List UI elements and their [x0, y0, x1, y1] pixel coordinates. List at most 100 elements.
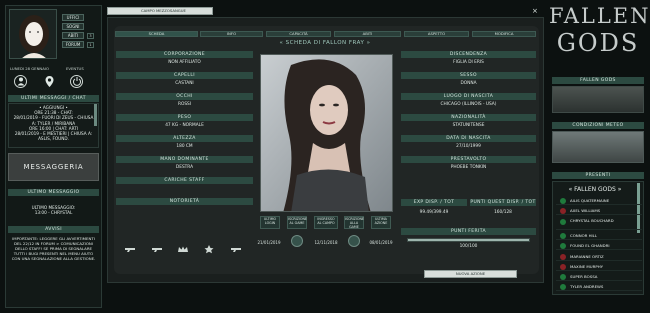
health-bar-fill: [408, 239, 529, 241]
stats-circle-icon[interactable]: [348, 235, 360, 247]
status-dot: [560, 219, 566, 225]
field-value: 27/10/1999: [456, 144, 481, 149]
location-label: LUNEDI 28 GENNAIO: [10, 66, 49, 71]
status-dot: [560, 233, 566, 239]
notice-text: IMPORTANTE: LEGGERE GLI AVVERTIMENTI DEL…: [11, 236, 96, 261]
forum-button[interactable]: FORUM: [62, 41, 84, 48]
header-tab-label: CAMPO MEZZOSANGUE: [141, 8, 186, 13]
tab-info[interactable]: INFO: [200, 31, 263, 37]
online-title: PRESENTI: [552, 172, 644, 179]
last-message-title: ULTIMO MESSAGGIO: [8, 189, 99, 196]
map-pin-icon[interactable]: [43, 75, 56, 88]
section-title: FALLEN GODS: [552, 77, 644, 84]
exp-label: EXP DISP. / TOT: [401, 199, 467, 206]
field-label: PRESTAVOLTO: [401, 156, 536, 163]
online-header: « FALLEN GODS »: [568, 186, 622, 193]
online-user-name: AXEL WILLIAMS: [570, 208, 601, 213]
online-user[interactable]: AILIS QUATERMAINE: [556, 196, 642, 205]
field-label: ALTEZZA: [116, 135, 253, 142]
new-action-label: NUOVA AZIONE: [455, 271, 486, 276]
gun-icon: [152, 248, 162, 252]
tab-aspetto[interactable]: ASPETTO: [404, 31, 469, 37]
online-user[interactable]: SUPER BOSSA: [556, 272, 642, 281]
online-user[interactable]: AXEL WILLIAMS: [556, 206, 642, 215]
online-user-name: TYLER ANDREWS: [570, 284, 604, 289]
crown-icon: [178, 246, 188, 252]
tab-modifica[interactable]: MODIFICA: [472, 31, 536, 37]
chat-scrollbar[interactable]: [94, 104, 97, 126]
game-signup-button[interactable]: ISCRIZIONE AL GAME: [287, 216, 307, 229]
online-user[interactable]: CHRYSTAL BOUCHARD: [556, 217, 642, 230]
status-dot: [560, 284, 566, 290]
field-label: DATA DI NASCITA: [401, 135, 536, 142]
power-icon[interactable]: [70, 75, 83, 88]
field-value: ROSSI: [177, 102, 192, 107]
gun-icon: [231, 248, 241, 252]
tab-abiti[interactable]: ABITI: [334, 31, 401, 37]
right-field-column: DISCENDENZA FIGLIA DI ERIS SESSO DONNA L…: [401, 51, 536, 177]
character-portrait: [260, 54, 393, 212]
field-value: PHOEBE TONKIN: [450, 165, 487, 170]
field-value: CASTANI: [175, 81, 194, 86]
abiti-button[interactable]: ABITI: [62, 32, 84, 39]
tab-scheda[interactable]: SCHEDA: [115, 31, 198, 37]
chat-line[interactable]: 28/01/2019 - FUORI DI ZEUS - CHIUSA: [9, 115, 98, 120]
chat-line[interactable]: ASLIS, FOUND.: [9, 136, 98, 141]
header-tab[interactable]: CAMPO MEZZOSANGUE: [107, 7, 213, 15]
field-value: DESTRA: [175, 165, 194, 170]
user-icon[interactable]: [14, 75, 27, 88]
stats-circle-icon[interactable]: [291, 235, 303, 247]
camp-entry-button[interactable]: INGRESSO AL CAMPO: [314, 216, 338, 229]
forum-badge: 1: [87, 42, 94, 48]
logo-line-2: GODS: [556, 29, 640, 57]
tab-capacita[interactable]: CAPACITÀ: [266, 31, 331, 37]
field-value: NON AFFILIATO: [168, 60, 201, 65]
health-label: PUNTI FERITA: [401, 228, 536, 235]
online-user-name: MARIANNE ORTIZ: [570, 254, 604, 259]
last-message-box[interactable]: ULTIMO MESSAGGIO: 13:00 - CHRYSTAL: [8, 199, 99, 219]
site-logo: FALLEN GODS: [549, 2, 649, 66]
avatar[interactable]: [9, 9, 57, 59]
field-label: NOTORIETÀ: [116, 198, 253, 205]
game-signup-button-2[interactable]: ISCRIZIONE ALLA GAME: [344, 216, 364, 229]
quest-points-label: PUNTI QUEST DISP. / TOT: [470, 199, 536, 206]
online-user[interactable]: MAXINE MURPHY: [556, 262, 642, 271]
uffici-button[interactable]: UFFICI: [62, 14, 84, 21]
weather-label: EVENTUS: [66, 66, 84, 71]
weather-title: CONDIZIONI METEO: [552, 122, 644, 129]
new-action-button[interactable]: NUOVA AZIONE: [424, 270, 517, 278]
notice-title: AVVISI: [8, 226, 99, 233]
last-action-button[interactable]: ULTIMA AZIONE: [371, 216, 391, 229]
field-label: CARICHE STAFF: [116, 177, 253, 184]
abiti-badge: 3: [87, 33, 94, 39]
online-user[interactable]: TYLER ANDREWS: [556, 282, 642, 291]
online-user-name: SUPER BOSSA: [570, 274, 598, 279]
field-value: 180 CM: [176, 144, 193, 149]
field-value: 47 KG - NORMALE: [165, 123, 204, 128]
field-value: STATUNITENSE: [452, 123, 485, 128]
online-user-name: MAXINE MURPHY: [570, 264, 603, 269]
status-dot: [560, 243, 566, 249]
online-user-name: CONNOR HILL: [570, 233, 598, 238]
sogni-button[interactable]: SOGNI: [62, 23, 84, 30]
camp-entry-date: 12/11/2018: [314, 240, 338, 245]
banner-image[interactable]: [552, 86, 644, 113]
left-field-column: CORPORAZIONE NON AFFILIATO CAPELLI CASTA…: [116, 51, 253, 206]
online-user[interactable]: FOUND EL GHANDRI: [556, 241, 642, 250]
online-user[interactable]: MARIANNE ORTIZ: [556, 252, 642, 261]
health-bar: [407, 238, 530, 242]
messaggeria-label: MESSAGGERIA: [23, 163, 84, 171]
last-message-line: 13:00 - CHRYSTAL: [34, 210, 73, 216]
last-action-date: 08/01/2019: [369, 240, 393, 245]
status-dot: [560, 198, 566, 204]
field-label: LUOGO DI NASCITA: [401, 93, 536, 100]
close-icon[interactable]: ×: [532, 7, 538, 15]
last-login-button[interactable]: ULTIMO LOGIN: [260, 216, 280, 229]
online-user-name: CHRYSTAL BOUCHARD: [570, 218, 614, 223]
online-user-name: AILIS QUATERMAINE: [570, 198, 610, 203]
status-dot: [560, 264, 566, 270]
online-user[interactable]: CONNOR HILL: [556, 231, 642, 240]
status-dot: [560, 208, 566, 214]
messaggeria-button[interactable]: MESSAGGERIA: [8, 153, 99, 181]
field-label: CAPELLI: [116, 72, 253, 79]
